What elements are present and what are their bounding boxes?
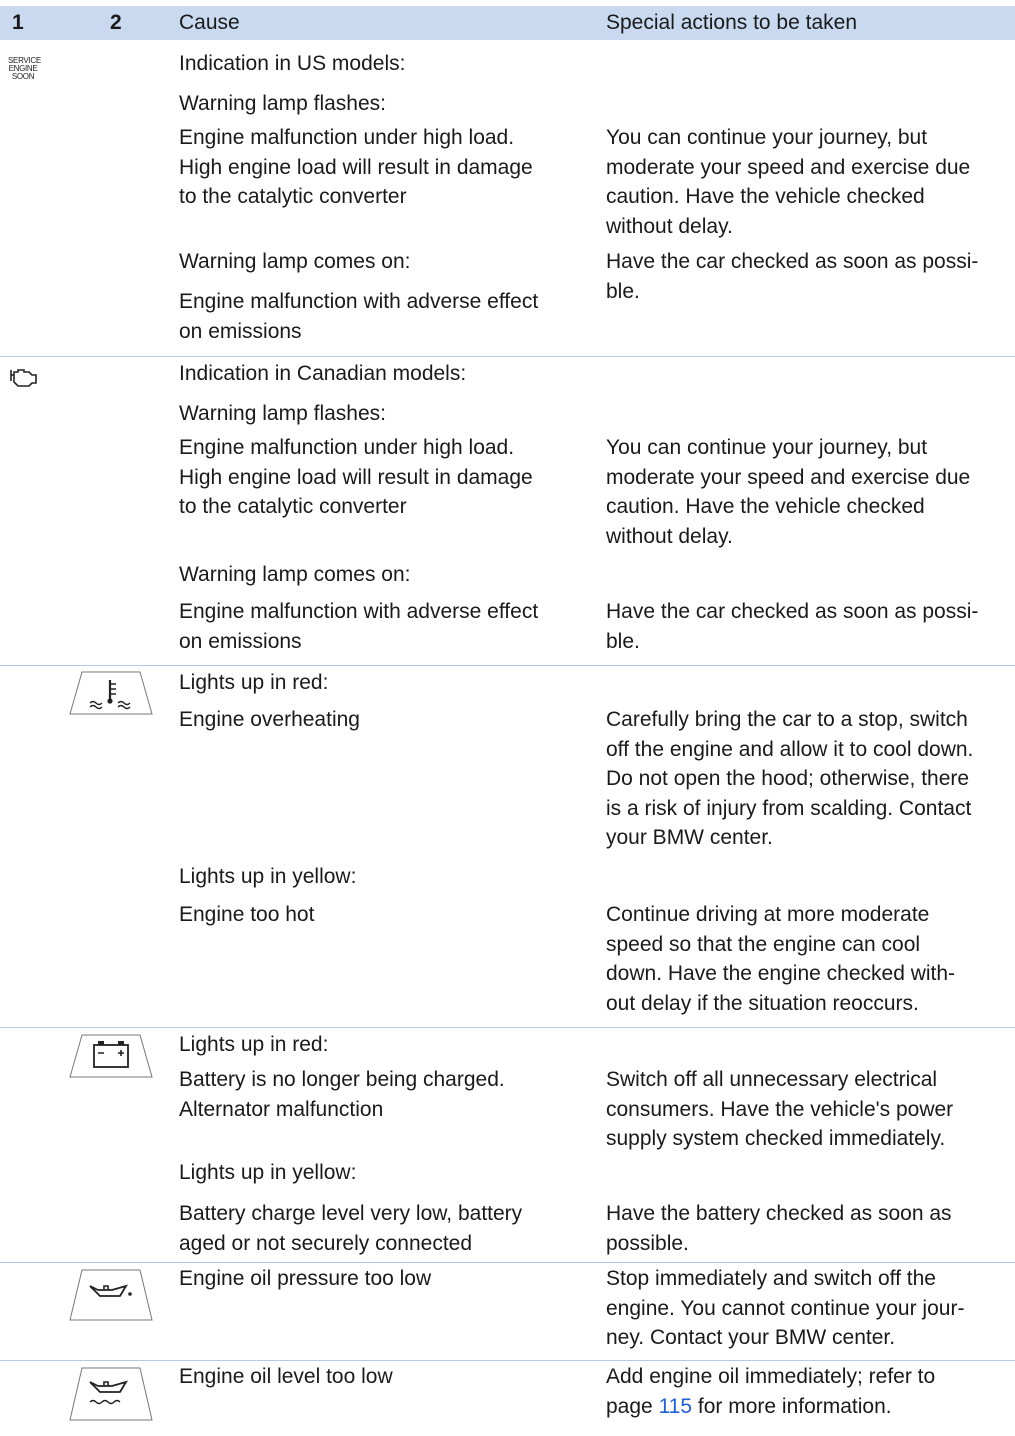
us-flash-cause: Engine malfunction under high load. High… [179,126,533,208]
battery-red-action: Switch off all unnecessary electrical co… [606,1068,954,1150]
canada-on-action: Have the car checked as soon as possi- b… [606,600,979,653]
row-divider [0,665,1015,666]
oil-pressure-icon [68,1268,154,1322]
header-col-1: 1 [12,11,24,34]
row-divider [0,1262,1015,1263]
battery-icon [68,1033,154,1079]
us-on-cause: Engine malfunction with adverse effect o… [179,290,539,343]
row-divider [0,356,1015,357]
coolant-red-action: Carefully bring the car to a stop, switc… [606,708,974,849]
us-indication-label: Indication in US models: [179,52,406,75]
battery-yellow-action: Have the battery checked as soon as poss… [606,1202,952,1255]
oil-level-cause: Engine oil level too low [179,1365,393,1388]
us-on-action: Have the car checked as soon as possi- b… [606,250,979,303]
row-divider [0,1360,1015,1361]
us-flash-label: Warning lamp flashes: [179,92,386,115]
battery-yellow-label: Lights up in yellow: [179,1161,357,1184]
coolant-temperature-icon [68,670,154,716]
canada-flash-label: Warning lamp flashes: [179,402,386,425]
coolant-yellow-cause: Engine too hot [179,903,315,926]
battery-red-label: Lights up in red: [179,1033,329,1056]
page-115-link[interactable]: 115 [659,1395,692,1418]
table-header: 1 2 Cause Special actions to be taken [0,6,1015,40]
canada-on-label: Warning lamp comes on: [179,563,411,586]
oil-level-icon [68,1366,154,1422]
canada-indication-label: Indication in Canadian models: [179,362,467,385]
service-engine-soon-icon: SERVICE ENGINE SOON [8,56,41,81]
coolant-red-label: Lights up in red: [179,671,329,694]
row-divider [0,1027,1015,1028]
canada-on-cause: Engine malfunction with adverse effect o… [179,600,539,653]
canada-flash-action: You can continue your journey, but moder… [606,436,971,548]
oil-level-action: Add engine oil immediately; refer to pag… [606,1365,936,1418]
battery-red-cause: Battery is no longer being charged. Alte… [179,1068,505,1121]
canada-flash-cause: Engine malfunction under high load. High… [179,436,533,518]
header-actions: Special actions to be taken [606,11,857,34]
us-on-label: Warning lamp comes on: [179,250,411,273]
coolant-red-cause: Engine overheating [179,708,360,731]
header-cause: Cause [179,11,240,34]
battery-yellow-cause: Battery charge level very low, battery a… [179,1202,523,1255]
coolant-yellow-label: Lights up in yellow: [179,865,357,888]
header-col-2: 2 [110,11,122,34]
oil-pressure-action: Stop immediately and switch off the engi… [606,1267,965,1349]
oil-pressure-cause: Engine oil pressure too low [179,1267,432,1290]
coolant-yellow-action: Continue driving at more moderate speed … [606,903,956,1015]
check-engine-icon [10,367,38,387]
us-flash-action: You can continue your journey, but moder… [606,126,971,238]
